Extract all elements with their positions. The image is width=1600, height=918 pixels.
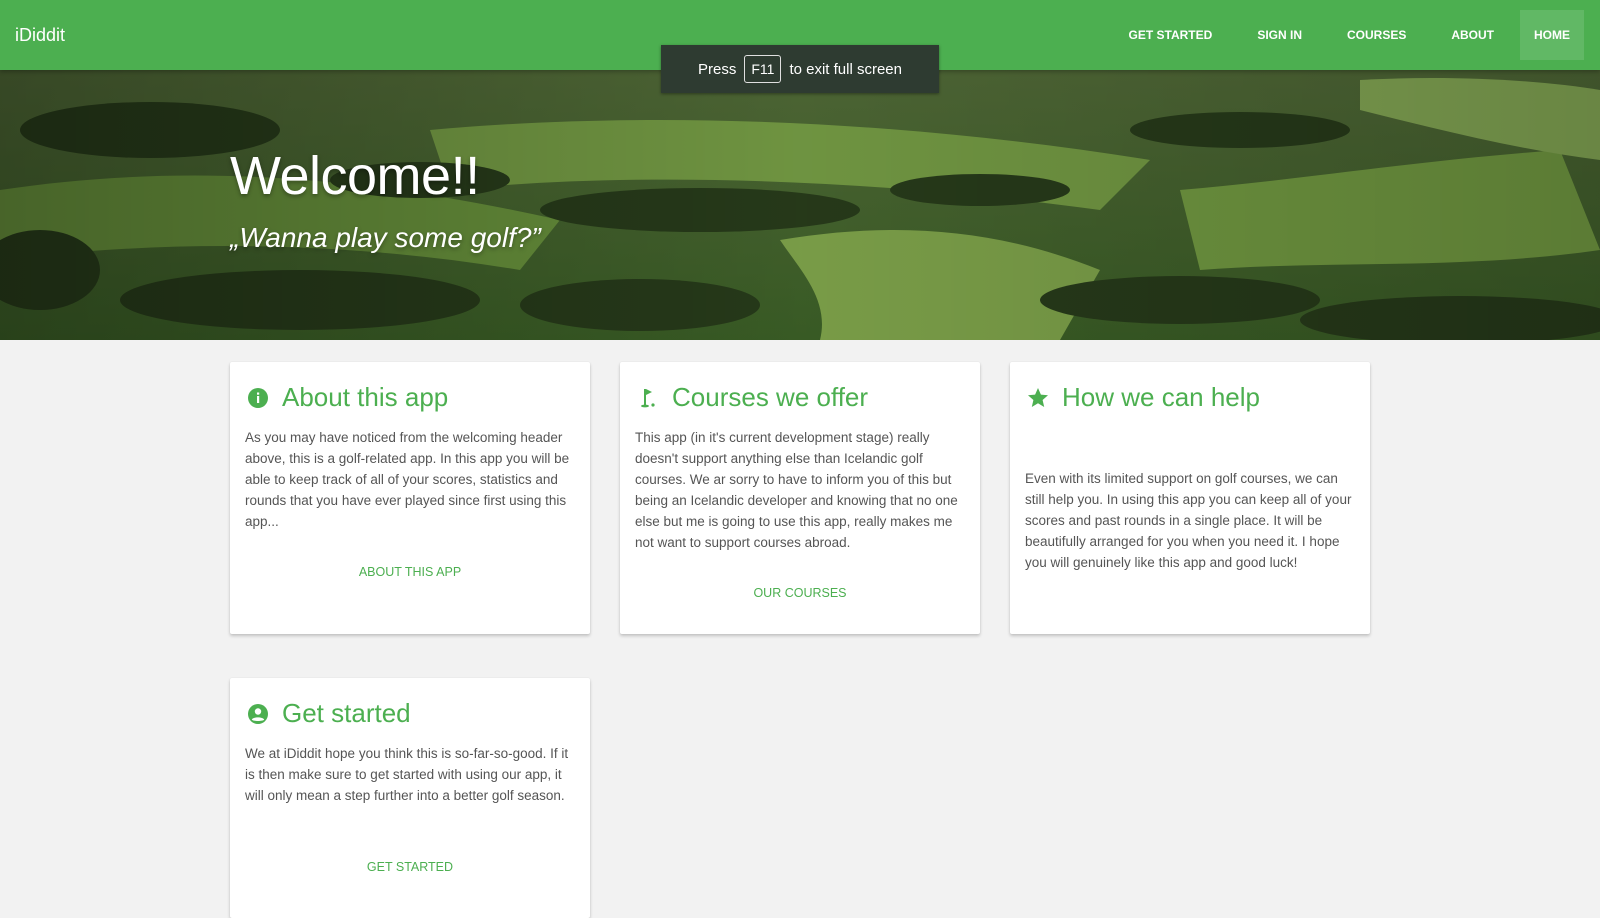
- hero-title: Welcome!!: [230, 146, 480, 206]
- nav-home[interactable]: HOME: [1520, 10, 1584, 60]
- card-get-started: Get started We at iDiddit hope you think…: [230, 678, 590, 918]
- info-icon: [246, 386, 270, 410]
- hero-subtitle: „Wanna play some golf?”: [230, 222, 541, 253]
- our-courses-button[interactable]: OUR COURSES: [620, 586, 980, 600]
- card-help: How we can help Even with its limited su…: [1010, 362, 1370, 634]
- hero-banner: Welcome!! „Wanna play some golf?”: [0, 70, 1600, 340]
- card-get-started-title: Get started: [246, 698, 411, 729]
- toast-prefix: Press: [698, 60, 737, 78]
- golf-flag-icon: [636, 386, 660, 410]
- card-courses-title: Courses we offer: [636, 382, 868, 413]
- nav-links: GET STARTED SIGN IN COURSES ABOUT HOME: [1098, 10, 1584, 60]
- card-about-title: About this app: [246, 382, 448, 413]
- star-icon: [1026, 386, 1050, 410]
- get-started-button[interactable]: GET STARTED: [230, 860, 590, 874]
- nav-sign-in[interactable]: SIGN IN: [1243, 10, 1316, 60]
- card-courses: Courses we offer This app (in it's curre…: [620, 362, 980, 634]
- toast-suffix: to exit full screen: [789, 60, 902, 78]
- card-about: About this app As you may have noticed f…: [230, 362, 590, 634]
- account-circle-icon: [246, 702, 270, 726]
- nav-get-started[interactable]: GET STARTED: [1115, 10, 1227, 60]
- card-about-text: As you may have noticed from the welcomi…: [245, 430, 570, 529]
- card-courses-text: This app (in it's current development st…: [635, 430, 958, 550]
- brand-logo[interactable]: iDiddit: [15, 0, 65, 70]
- nav-about[interactable]: ABOUT: [1437, 10, 1508, 60]
- card-courses-title-text: Courses we offer: [672, 382, 869, 412]
- nav-courses[interactable]: COURSES: [1333, 10, 1420, 60]
- card-get-started-title-text: Get started: [282, 698, 411, 728]
- card-help-title-text: How we can help: [1062, 382, 1260, 412]
- about-this-app-button[interactable]: ABOUT THIS APP: [230, 565, 590, 579]
- card-get-started-text: We at iDiddit hope you think this is so-…: [245, 746, 569, 803]
- card-about-title-text: About this app: [282, 382, 449, 412]
- card-help-text: Even with its limited support on golf co…: [1025, 471, 1352, 570]
- card-help-title: How we can help: [1026, 382, 1260, 413]
- toast-key: F11: [744, 55, 782, 83]
- fullscreen-exit-toast: Press F11 to exit full screen: [661, 45, 939, 93]
